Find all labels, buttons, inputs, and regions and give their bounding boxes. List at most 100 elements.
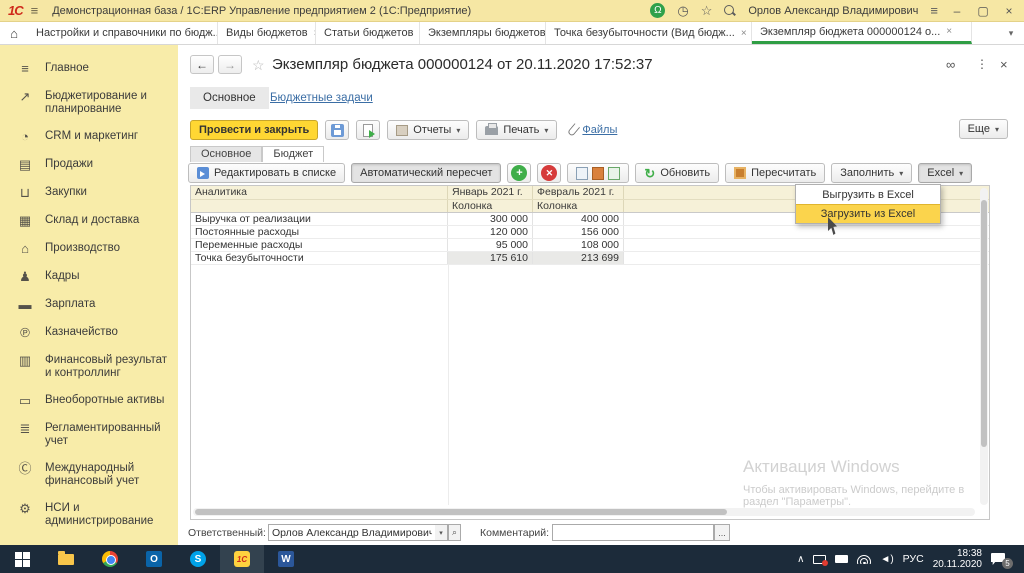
table-row[interactable]: Переменные расходы 95 000 108 000	[191, 239, 989, 252]
fill-button[interactable]: Заполнить▾	[831, 163, 912, 183]
sidebar-item-fixed-assets[interactable]: ▭Внеоборотные активы	[0, 387, 178, 415]
clipboard-group[interactable]	[567, 163, 629, 183]
scrollbar-thumb[interactable]	[195, 509, 727, 515]
outlook-button[interactable]: O	[132, 545, 176, 573]
word-button[interactable]: W	[264, 545, 308, 573]
volume-icon[interactable]: ◄)	[880, 554, 893, 565]
column-header-january[interactable]: Январь 2021 г.	[448, 186, 533, 199]
forward-button[interactable]: →	[218, 55, 242, 74]
add-row-button[interactable]: +	[507, 163, 531, 183]
responsible-dropdown-icon[interactable]: ▾	[435, 524, 448, 541]
edit-in-list-button[interactable]: Редактировать в списке	[188, 163, 345, 183]
tabs-overflow-icon[interactable]: ▾	[998, 22, 1024, 44]
subtab-main[interactable]: Основное	[190, 146, 262, 162]
search-icon[interactable]	[724, 5, 736, 17]
panel-settings-icon[interactable]: ≡	[930, 4, 938, 17]
form-nav-tabs: Основное Бюджетные задачи	[178, 87, 1024, 113]
restore-button[interactable]: ▢	[976, 4, 990, 18]
more-kebab-icon[interactable]: ⋮	[976, 57, 988, 71]
home-tab-icon[interactable]: ⌂	[0, 22, 28, 44]
navtab-budget-tasks[interactable]: Бюджетные задачи	[270, 92, 373, 104]
scrollbar-thumb[interactable]	[981, 200, 987, 447]
sidebar-item-regulated-accounting[interactable]: ≣Регламентированный учет	[0, 415, 178, 455]
edit-list-icon	[197, 167, 209, 179]
subtab-budget[interactable]: Бюджет	[262, 146, 324, 162]
post-document-button[interactable]	[356, 120, 380, 140]
responsible-field[interactable]	[268, 524, 436, 541]
current-user[interactable]: Орлов Александр Владимирович	[748, 5, 918, 17]
close-tab-icon[interactable]: ×	[946, 26, 952, 37]
comment-more-button[interactable]: ...	[714, 524, 730, 541]
table-row[interactable]: Постоянные расходы 120 000 156 000	[191, 226, 989, 239]
history-icon[interactable]: ◷	[677, 4, 688, 17]
start-button[interactable]	[0, 545, 44, 573]
menu-item-import-excel[interactable]: Загрузить из Excel	[796, 204, 940, 223]
auto-recalc-toggle[interactable]: Автоматический пересчет	[351, 163, 501, 183]
navtab-main[interactable]: Основное	[190, 87, 269, 109]
favorite-star-icon[interactable]: ☆	[252, 57, 265, 74]
chevron-down-icon: ▾	[899, 169, 903, 178]
horizontal-scrollbar[interactable]	[193, 508, 975, 516]
back-button[interactable]: ←	[190, 55, 214, 74]
reports-button[interactable]: Отчеты▾	[387, 120, 469, 140]
close-tab-icon[interactable]: ×	[741, 28, 747, 39]
sidebar-item-production[interactable]: ⌂Производство	[0, 235, 178, 263]
vertical-scrollbar[interactable]	[980, 188, 988, 505]
responsible-open-icon[interactable]: ⌕	[448, 524, 461, 541]
sidebar-item-crm[interactable]: ◔CRM и маркетинг	[0, 123, 178, 151]
display-tray-icon[interactable]	[813, 555, 826, 564]
sidebar-item-sales[interactable]: ▤Продажи	[0, 151, 178, 179]
table-toolbar: Редактировать в списке Автоматический пе…	[188, 163, 988, 183]
files-link[interactable]: Файлы	[582, 124, 617, 136]
delete-row-button[interactable]: ✕	[537, 163, 561, 183]
tray-expand-icon[interactable]: ∧	[797, 554, 804, 565]
post-and-close-button[interactable]: Провести и закрыть	[190, 120, 318, 140]
copy-link-icon[interactable]: ∞	[946, 57, 955, 72]
save-button[interactable]	[325, 120, 349, 140]
chrome-button[interactable]	[88, 545, 132, 573]
date: 20.11.2020	[933, 559, 982, 570]
sidebar-item-purchasing[interactable]: ⊔Закупки	[0, 179, 178, 207]
column-header-february[interactable]: Февраль 2021 г.	[533, 186, 624, 199]
sidebar-item-warehouse[interactable]: ▦Склад и доставка	[0, 207, 178, 235]
document-title: Экземпляр бюджета 000000124 от 20.11.202…	[272, 56, 653, 73]
chevron-down-icon: ▾	[995, 125, 999, 134]
tab-budget-settings[interactable]: Настройки и справочники по бюдж... ×	[28, 22, 218, 44]
tab-budget-kinds[interactable]: Виды бюджетов ×	[218, 22, 316, 44]
menu-item-export-excel[interactable]: Выгрузить в Excel	[796, 185, 940, 204]
sidebar-item-budgeting[interactable]: ↗Бюджетирование и планирование	[0, 83, 178, 123]
tab-budget-instances[interactable]: Экземпляры бюджетов ×	[420, 22, 546, 44]
1c-app-button[interactable]: 1С	[220, 545, 264, 573]
column-header-analytics[interactable]: Аналитика	[191, 186, 448, 199]
chevron-down-icon: ▾	[959, 169, 963, 178]
skype-button[interactable]: S	[176, 545, 220, 573]
close-form-icon[interactable]: ×	[1000, 57, 1008, 72]
tray-app-icon[interactable]	[835, 555, 848, 563]
clock[interactable]: 18:38 20.11.2020	[933, 548, 982, 570]
sidebar-item-payroll[interactable]: ▬Зарплата	[0, 291, 178, 319]
table-row[interactable]: Точка безубыточности 175 610 213 699	[191, 252, 989, 265]
file-explorer-button[interactable]	[44, 545, 88, 573]
sidebar-item-international-accounting[interactable]: ⒸМеждународный финансовый учет	[0, 455, 178, 495]
more-button[interactable]: Еще▾	[959, 119, 1008, 139]
sidebar-item-nsi-administration[interactable]: ⚙НСИ и администрирование	[0, 495, 178, 535]
sidebar-item-treasury[interactable]: ℗Казначейство	[0, 319, 178, 347]
minimize-button[interactable]: –	[950, 4, 964, 18]
sidebar-item-main[interactable]: ≡Главное	[0, 55, 178, 83]
main-menu-icon[interactable]: ≡	[31, 3, 39, 18]
excel-button[interactable]: Excel▾	[918, 163, 972, 183]
language-indicator[interactable]: РУС	[903, 553, 924, 565]
close-window-button[interactable]: ×	[1002, 4, 1016, 18]
wifi-icon[interactable]	[857, 555, 871, 564]
refresh-button[interactable]: ↻Обновить	[635, 163, 719, 183]
recalculate-button[interactable]: Пересчитать	[725, 163, 825, 183]
notifications-bell-icon[interactable]: Ω	[650, 3, 665, 18]
print-button[interactable]: Печать▾	[476, 120, 557, 140]
tab-breakeven[interactable]: Точка безубыточности (Вид бюдж... ×	[546, 22, 752, 44]
favorites-star-icon[interactable]: ☆	[701, 4, 713, 17]
tab-budget-instance-active[interactable]: Экземпляр бюджета 000000124 о... ×	[752, 22, 972, 44]
sidebar-item-hr[interactable]: ♟Кадры	[0, 263, 178, 291]
comment-field[interactable]	[552, 524, 714, 541]
tab-budget-items[interactable]: Статьи бюджетов ×	[316, 22, 420, 44]
sidebar-item-fin-result[interactable]: ▥Финансовый результат и контроллинг	[0, 347, 178, 387]
